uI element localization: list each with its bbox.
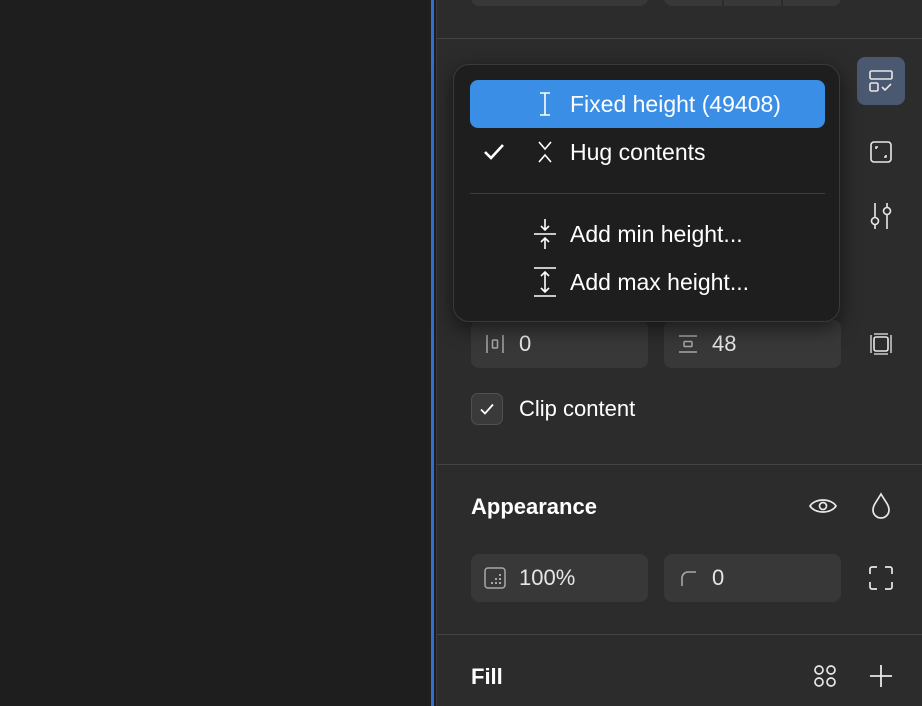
styles-grid-icon — [814, 665, 836, 687]
padding-sides-icon — [870, 333, 892, 355]
individual-corners-button[interactable] — [857, 554, 905, 602]
menu-item-add-max-height[interactable]: Add max height... — [470, 258, 825, 306]
clip-content-checkbox[interactable] — [471, 393, 503, 425]
hug-contents-icon — [530, 128, 560, 176]
menu-item-label: Add max height... — [570, 268, 749, 295]
menu-item-hug-contents[interactable]: Hug contents — [470, 128, 825, 176]
opacity-value: 100% — [519, 565, 576, 590]
advanced-layout-button[interactable] — [857, 192, 905, 240]
visibility-button[interactable] — [799, 482, 847, 530]
blend-mode-button[interactable] — [857, 482, 905, 530]
gap-value: 0 — [519, 331, 532, 356]
menu-item-label: Fixed height (49408) — [570, 90, 781, 117]
layout-guide-icon — [869, 70, 893, 92]
corners-icon — [869, 566, 893, 590]
menu-item-fixed-height[interactable]: Fixed height (49408) — [470, 80, 825, 128]
individual-padding-button[interactable] — [857, 320, 905, 368]
vertical-padding-icon — [664, 320, 712, 368]
menu-item-add-min-height[interactable]: Add min height... — [470, 210, 825, 258]
section-divider — [437, 634, 922, 635]
section-divider — [437, 464, 922, 465]
height-dropdown-menu: Fixed height (49408) Hug contents Add mi… — [453, 64, 840, 322]
sliders-icon — [870, 203, 892, 229]
add-fill-button[interactable] — [857, 652, 905, 700]
max-height-icon — [530, 258, 560, 306]
corner-radius-icon — [664, 554, 712, 602]
fixed-height-icon — [530, 80, 560, 128]
corner-radius-value: 0 — [712, 565, 725, 590]
plus-icon — [870, 665, 892, 687]
top-field-left[interactable] — [471, 0, 648, 6]
resize-icon — [870, 141, 892, 163]
padding-value: 48 — [712, 331, 737, 356]
padding-field[interactable]: 48 — [664, 320, 841, 368]
opacity-icon — [471, 554, 519, 602]
layout-settings-button[interactable] — [857, 57, 905, 105]
checkmark-icon — [482, 128, 506, 176]
drop-icon — [872, 492, 890, 519]
menu-item-label: Add min height... — [570, 220, 743, 247]
canvas-area[interactable] — [0, 0, 432, 706]
gap-field[interactable]: 0 — [471, 320, 648, 368]
section-divider — [437, 38, 922, 39]
styles-button[interactable] — [801, 652, 849, 700]
horizontal-gap-icon — [471, 320, 519, 368]
corner-radius-field[interactable]: 0 — [664, 554, 841, 602]
opacity-field[interactable]: 100% — [471, 554, 648, 602]
menu-item-label: Hug contents — [570, 138, 706, 165]
selection-edge — [431, 0, 434, 706]
appearance-title: Appearance — [471, 494, 597, 519]
top-field-group[interactable] — [664, 0, 841, 6]
min-height-icon — [530, 210, 560, 258]
checkmark-icon — [480, 403, 494, 415]
resize-to-fit-button[interactable] — [857, 128, 905, 176]
fill-title: Fill — [471, 664, 503, 689]
eye-icon — [808, 499, 838, 513]
menu-separator — [470, 193, 825, 194]
clip-content-label: Clip content — [519, 396, 636, 421]
